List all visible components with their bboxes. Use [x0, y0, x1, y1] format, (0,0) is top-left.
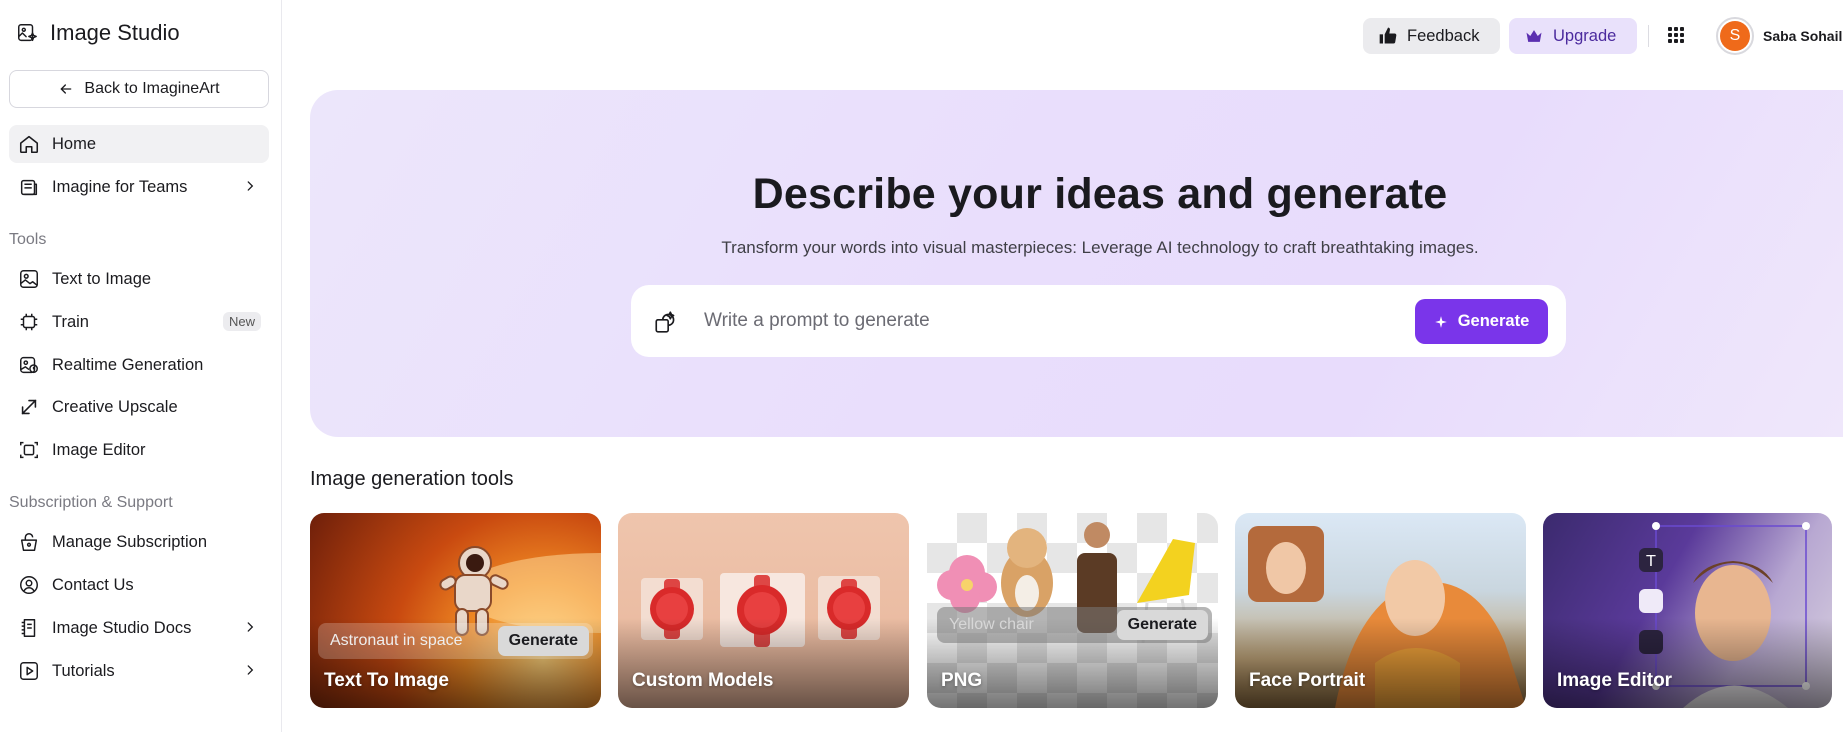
brand[interactable]: Image Studio — [16, 20, 180, 46]
card-prompt-text: Astronaut in space — [330, 632, 463, 649]
feedback-label: Feedback — [1407, 26, 1480, 45]
svg-text:T: T — [1645, 552, 1656, 570]
card-shade — [1543, 618, 1832, 708]
card-label: Text To Image — [324, 670, 449, 691]
sidebar-item-label: Realtime Generation — [52, 355, 204, 374]
user-avatar-button[interactable]: S — [1716, 17, 1754, 55]
upscale-icon — [18, 396, 40, 418]
generate-button[interactable]: Generate — [1415, 299, 1548, 344]
upgrade-button[interactable]: Upgrade — [1509, 18, 1637, 54]
arrow-left-icon — [58, 81, 74, 97]
sidebar-item-contact-us[interactable]: Contact Us — [9, 566, 269, 604]
tools-section-heading: Image generation tools — [310, 468, 514, 490]
sidebar-item-label: Contact Us — [52, 575, 134, 594]
sidebar-item-label: Image Editor — [52, 440, 146, 459]
back-button-label: Back to ImagineArt — [84, 80, 220, 97]
card-label: Custom Models — [632, 670, 774, 691]
sidebar-item-label: Image Studio Docs — [52, 618, 192, 637]
sidebar-item-tutorials[interactable]: Tutorials — [9, 652, 269, 690]
editor-icon — [18, 439, 40, 461]
realtime-icon — [18, 354, 40, 376]
image-studio-logo-icon — [16, 22, 38, 44]
card-shade — [618, 618, 909, 708]
tool-card-custom-models[interactable]: Custom Models — [618, 513, 909, 708]
sidebar-item-image-editor[interactable]: Image Editor — [9, 431, 269, 469]
tools-section-title: Tools — [9, 231, 47, 248]
image-icon — [18, 268, 40, 290]
crown-icon — [1524, 26, 1544, 46]
shapes-icon[interactable] — [653, 309, 679, 340]
chevron-right-icon — [243, 620, 257, 639]
tool-card-face-portrait[interactable]: Face Portrait — [1235, 513, 1526, 708]
card-prompt-bar: Astronaut in space Generate — [318, 623, 593, 659]
docs-icon — [18, 617, 40, 639]
prompt-bar: Generate — [631, 285, 1566, 357]
card-generate-button[interactable]: Generate — [497, 626, 589, 656]
sidebar-item-label: Creative Upscale — [52, 397, 178, 416]
tool-card-png[interactable]: Yellow chair Generate PNG — [927, 513, 1218, 708]
sidebar-item-text-to-image[interactable]: Text to Image — [9, 260, 269, 298]
upgrade-label: Upgrade — [1553, 26, 1617, 45]
chevron-right-icon — [243, 179, 257, 198]
feedback-button[interactable]: Feedback — [1363, 18, 1500, 54]
tool-card-text-to-image[interactable]: Astronaut in space Generate Text To Imag… — [310, 513, 601, 708]
hero-title: Describe your ideas and generate — [752, 170, 1448, 218]
generate-label: Generate — [1457, 312, 1530, 330]
card-label: Face Portrait — [1249, 670, 1366, 691]
sidebar-item-label: Manage Subscription — [52, 532, 208, 551]
chip-icon — [18, 311, 40, 333]
app-title: Image Studio — [50, 20, 180, 45]
card-generate-button[interactable]: Generate — [1116, 610, 1208, 640]
sidebar-item-train[interactable]: Train New — [9, 303, 269, 341]
card-prompt-text: Yellow chair — [949, 616, 1034, 633]
home-icon — [18, 133, 40, 155]
card-label: Image Editor — [1557, 670, 1673, 691]
tutorials-icon — [18, 660, 40, 682]
chevron-right-icon — [243, 663, 257, 682]
thumbs-up-icon — [1378, 26, 1398, 46]
sidebar: Image Studio Back to ImagineArt Home Ima… — [0, 0, 282, 732]
card-prompt-bar: Yellow chair Generate — [937, 607, 1212, 643]
sidebar-item-realtime-generation[interactable]: Realtime Generation — [9, 346, 269, 384]
card-shade — [1235, 618, 1526, 708]
avatar: S — [1720, 21, 1750, 51]
subscription-icon — [18, 531, 40, 553]
header-divider — [1648, 25, 1649, 47]
teams-icon — [18, 176, 40, 198]
sidebar-item-label: Imagine for Teams — [52, 177, 188, 196]
prompt-input[interactable] — [704, 305, 1404, 337]
support-section-title: Subscription & Support — [9, 494, 173, 511]
tool-card-image-editor[interactable]: T Image Editor — [1543, 513, 1832, 708]
sidebar-item-label: Home — [52, 134, 97, 153]
sparkle-icon — [1434, 315, 1448, 329]
sidebar-item-label: Tutorials — [52, 661, 115, 680]
sidebar-item-image-studio-docs[interactable]: Image Studio Docs — [9, 609, 269, 647]
card-label: PNG — [941, 670, 983, 691]
sidebar-item-manage-subscription[interactable]: Manage Subscription — [9, 523, 269, 561]
sidebar-item-imagine-for-teams[interactable]: Imagine for Teams — [9, 168, 269, 206]
hero-banner: Describe your ideas and generate Transfo… — [310, 90, 1843, 437]
sidebar-item-home[interactable]: Home — [9, 125, 269, 163]
apps-grid-icon[interactable] — [1666, 25, 1686, 45]
hero-subtitle: Transform your words into visual masterp… — [721, 238, 1479, 257]
user-name[interactable]: Saba Sohail — [1763, 28, 1842, 44]
sidebar-item-label: Text to Image — [52, 269, 152, 288]
contact-icon — [18, 574, 40, 596]
back-to-imagineart-button[interactable]: Back to ImagineArt — [9, 70, 269, 108]
sidebar-item-creative-upscale[interactable]: Creative Upscale — [9, 388, 269, 426]
sidebar-item-label: Train — [52, 312, 89, 331]
new-badge: New — [222, 312, 261, 331]
app-root: Image Studio Back to ImagineArt Home Ima… — [0, 0, 1843, 732]
